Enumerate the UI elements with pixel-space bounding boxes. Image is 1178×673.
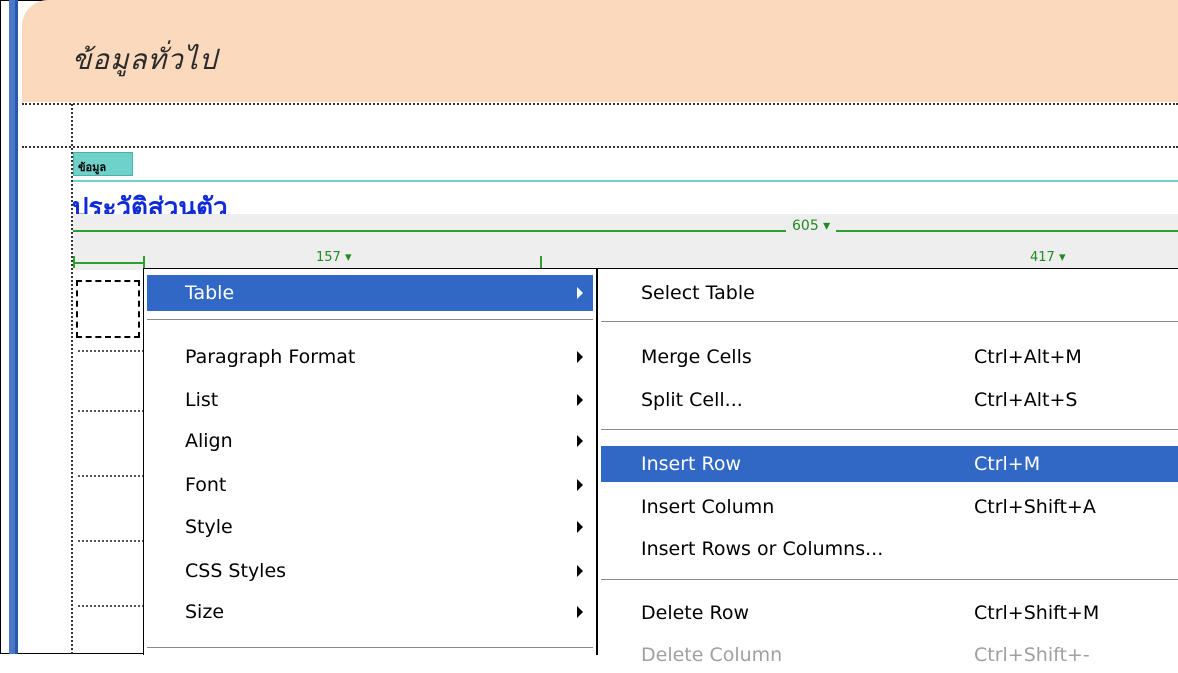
table-submenu: Select Table Merge Cells Ctrl+Alt+M Spli… [597,268,1178,666]
table-row[interactable] [78,410,144,412]
menu-item-label: Style [185,516,233,538]
column2-width-label[interactable]: 417 ▾ [1030,250,1065,265]
column-width-line [73,262,143,264]
menu-item-shortcut: Ctrl+Shift+- [974,644,1090,666]
menu-item-label: Paragraph Format [185,346,356,368]
table-width-line [73,230,1178,232]
history-heading[interactable]: ประวัติส่วนตัว [72,186,312,216]
menu-item-label: Insert Row [641,453,742,475]
menu-item-delete-row[interactable]: Delete Row Ctrl+Shift+M [601,595,1178,631]
menu-item-label: Select Table [641,282,755,304]
tag-underline [73,180,133,182]
menu-item-label: CSS Styles [185,560,287,582]
table-row[interactable] [78,350,144,352]
submenu-arrow-icon [577,521,583,533]
menu-item-label: Delete Column [641,644,783,666]
guide-line [22,146,1178,148]
column1-width-label[interactable]: 157 ▾ [316,250,351,265]
menu-item-table[interactable]: Table [147,275,593,311]
menu-item-label: Table [185,282,235,304]
menu-item-style[interactable]: Style [147,509,593,545]
section-title: ข้อมูลทั่วไป [72,43,218,76]
section-header: ข้อมูลทั่วไป [22,0,1178,102]
menu-item-shortcut: Ctrl+Shift+A [974,496,1096,518]
menu-item-delete-column[interactable]: Delete Column Ctrl+Shift+- [601,637,1178,673]
ruler-tick [143,256,145,268]
menu-separator [147,319,593,321]
table-ruler [73,214,1178,270]
menu-item-insert-row[interactable]: Insert Row Ctrl+M [601,446,1178,482]
menu-item-size[interactable]: Size [147,594,593,630]
submenu-arrow-icon [577,479,583,491]
menu-item-label: Size [185,601,225,623]
submenu-arrow-icon [577,435,583,447]
submenu-arrow-icon [577,287,583,299]
menu-item-label: Insert Rows or Columns... [641,538,884,560]
left-edge-bar-shadow [15,0,18,654]
menu-item-shortcut: Ctrl+Alt+M [974,346,1082,368]
menu-item-label: Insert Column [641,496,775,518]
table-row[interactable] [78,475,144,477]
menu-item-shortcut: Ctrl+Shift+M [974,602,1100,624]
selected-table-cell[interactable] [76,280,140,338]
table-row[interactable] [78,605,144,607]
submenu-arrow-icon [577,606,583,618]
menu-item-insert-column[interactable]: Insert Column Ctrl+Shift+A [601,489,1178,525]
menu-item-list[interactable]: List [147,382,593,418]
menu-item-paragraph-format[interactable]: Paragraph Format [147,339,593,375]
menu-item-label: List [185,389,219,411]
menu-item-label: Font [185,474,227,496]
submenu-arrow-icon [577,565,583,577]
ruler-tick [73,256,75,268]
menu-separator [601,321,1178,323]
info-tag[interactable]: ข้อมูล [73,152,133,176]
menu-item-select-table[interactable]: Select Table [601,275,1178,311]
menu-item-label: Split Cell... [641,389,743,411]
menu-item-split-cell[interactable]: Split Cell... Ctrl+Alt+S [601,382,1178,418]
menu-item-shortcut: Ctrl+Alt+S [974,389,1078,411]
menu-item-align[interactable]: Align [147,423,593,459]
menu-item-insert-rows-or-columns[interactable]: Insert Rows or Columns... [601,531,1178,567]
ruler-tick [540,256,542,268]
menu-separator [147,647,593,649]
menu-separator [601,429,1178,431]
menu-item-shortcut: Ctrl+M [974,453,1041,475]
submenu-arrow-icon [577,394,583,406]
menu-item-label: Delete Row [641,602,749,624]
menu-item-label: Merge Cells [641,346,752,368]
menu-item-merge-cells[interactable]: Merge Cells Ctrl+Alt+M [601,339,1178,375]
tag-underline [133,180,1178,182]
table-width-label[interactable]: 605 ▾ [786,218,837,234]
menu-item-css-styles[interactable]: CSS Styles [147,553,593,589]
submenu-arrow-icon [577,351,583,363]
guide-line [22,103,1178,105]
menu-item-label: Align [185,430,233,452]
table-row[interactable] [78,540,144,542]
menu-separator [601,579,1178,581]
context-menu: Table Paragraph Format List Align Font S… [143,268,597,655]
menu-item-font[interactable]: Font [147,467,593,503]
